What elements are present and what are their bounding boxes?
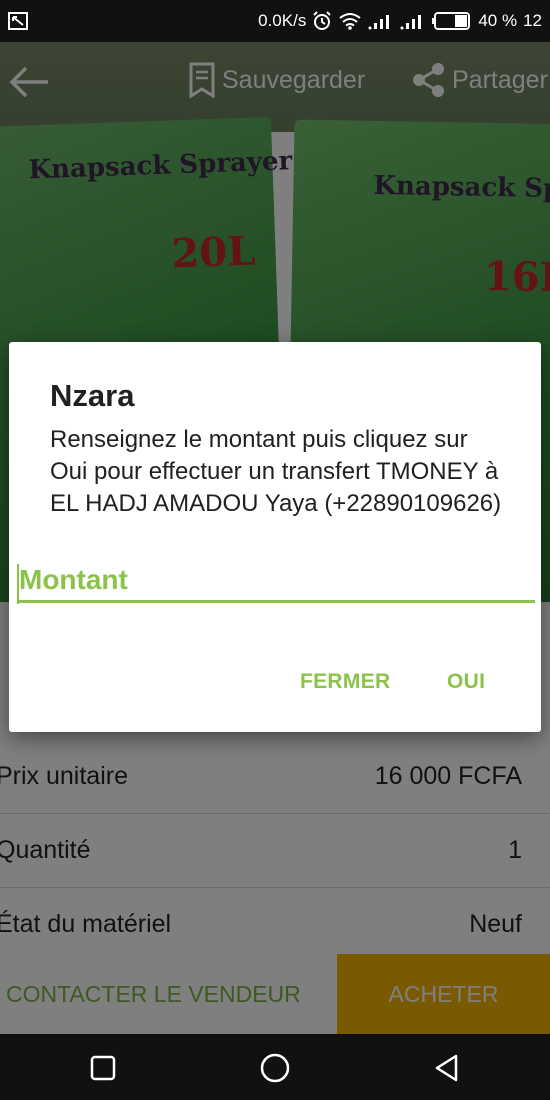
home-button[interactable] xyxy=(258,1051,292,1085)
signal-icon-2 xyxy=(400,12,426,30)
wifi-icon xyxy=(338,12,362,30)
text-cursor xyxy=(17,564,19,604)
back-nav-button[interactable] xyxy=(430,1051,464,1085)
navigation-bar xyxy=(0,1034,550,1100)
amount-field xyxy=(17,560,535,604)
dialog-title: Nzara xyxy=(50,378,135,413)
alarm-icon xyxy=(312,11,332,31)
recents-button[interactable] xyxy=(86,1051,120,1085)
input-underline xyxy=(17,600,535,603)
dialog-message: Renseignez le montant puis cliquez sur O… xyxy=(50,426,502,517)
amount-input[interactable] xyxy=(17,560,535,600)
network-speed: 0.0K/s xyxy=(258,11,307,30)
triangle-back-icon xyxy=(435,1054,458,1082)
status-bar: 0.0K/s 40 % 12 xyxy=(0,0,550,42)
battery-percent: 40 % xyxy=(478,11,518,30)
transfer-dialog: Nzara Renseignez le montant puis cliquez… xyxy=(9,342,541,732)
close-button[interactable]: FERMER xyxy=(300,670,390,694)
square-icon xyxy=(90,1055,116,1081)
circle-icon xyxy=(260,1053,290,1083)
ok-button[interactable]: OUI xyxy=(447,670,485,694)
battery-icon xyxy=(432,11,472,31)
signal-icon-1 xyxy=(368,12,394,30)
screenshot-icon xyxy=(8,12,28,30)
clock: 12 xyxy=(523,11,542,30)
